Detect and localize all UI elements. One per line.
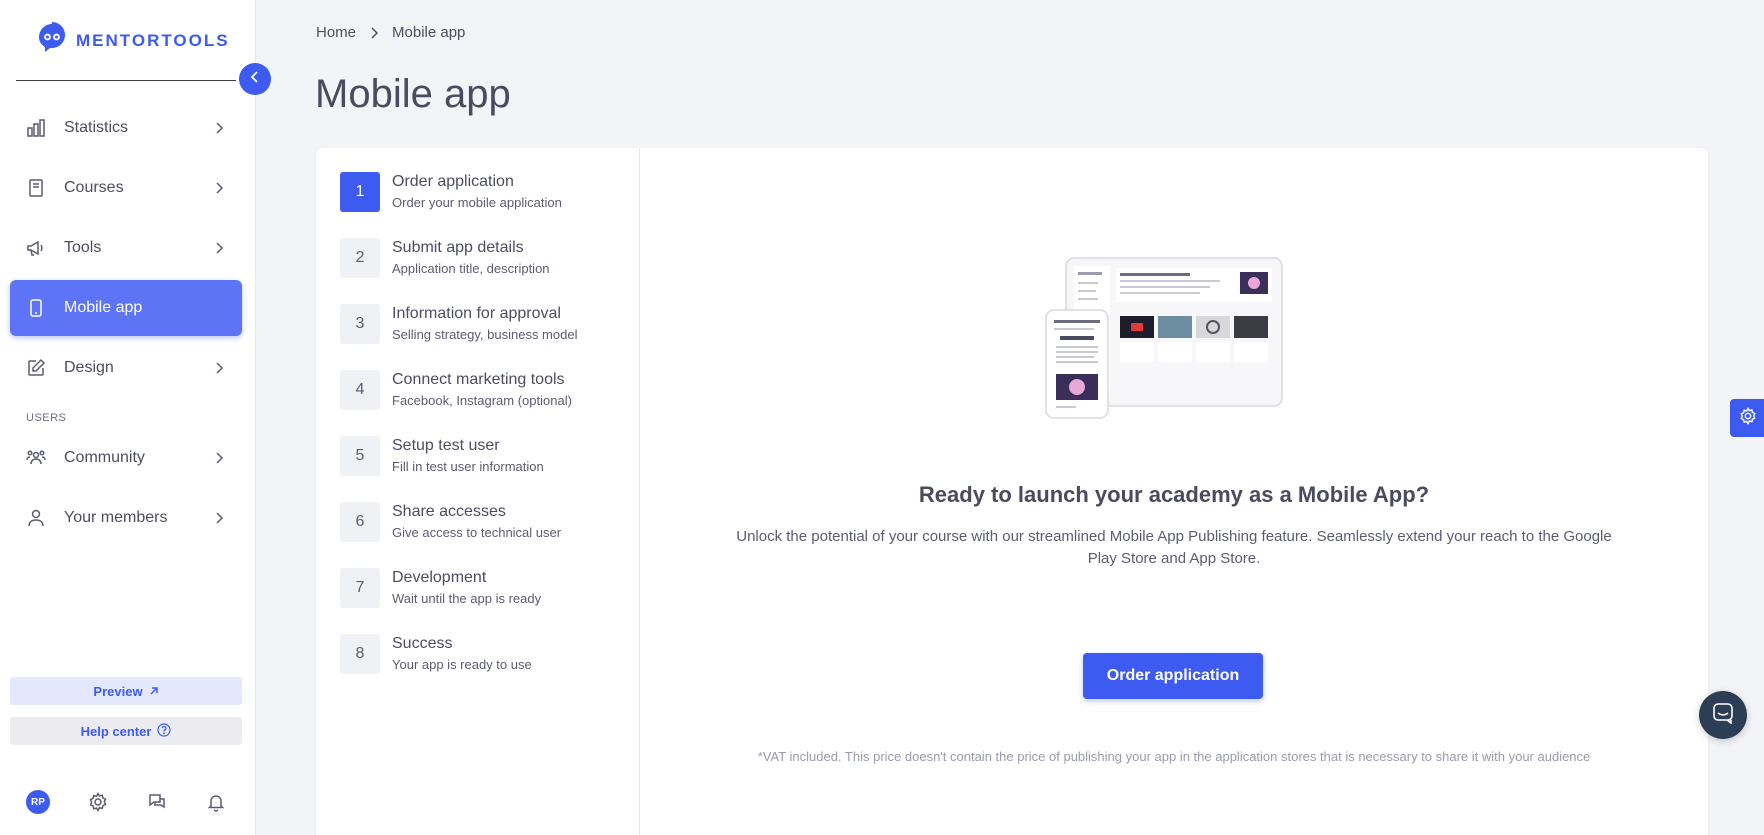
chevron-right-icon: [212, 181, 226, 195]
step-title: Share accesses: [392, 503, 506, 520]
sidebar-item-label: Community: [64, 449, 145, 466]
sidebar: MENTORTOOLS Statistics Courses Tools Mob…: [0, 0, 256, 835]
brand-name: MENTORTOOLS: [76, 30, 230, 50]
help-center-button[interactable]: Help center: [10, 717, 242, 745]
step-number: 2: [340, 238, 380, 278]
brand-logo[interactable]: MENTORTOOLS: [36, 22, 230, 59]
step-subtitle: Order your mobile application: [392, 195, 562, 210]
step-subtitle: Facebook, Instagram (optional): [392, 393, 572, 408]
step-number: 5: [340, 436, 380, 476]
headline: Ready to launch your academy as a Mobile…: [918, 482, 1430, 507]
step-subtitle: Fill in test user information: [392, 459, 544, 474]
sidebar-nav: Statistics Courses Tools Mobile app Desi…: [10, 100, 242, 550]
step-item[interactable]: 5 Setup test user Fill in test user infor…: [340, 436, 544, 476]
step-number: 3: [340, 304, 380, 344]
feedback-icon[interactable]: [146, 791, 168, 813]
megaphone-icon: [26, 238, 46, 258]
phone-icon: [26, 298, 46, 318]
external-link-icon: [149, 684, 159, 699]
chevron-right-icon: [212, 361, 226, 375]
person-icon: [26, 508, 46, 528]
sidebar-footer: RP: [26, 790, 227, 814]
breadcrumb: Home Mobile app: [316, 24, 465, 41]
sidebar-item-courses[interactable]: Courses: [10, 160, 242, 216]
preview-button[interactable]: Preview: [10, 677, 242, 705]
description: Unlock the potential of your course with…: [736, 528, 1612, 567]
sidebar-item-mobile-app[interactable]: Mobile app: [10, 280, 242, 336]
step-number: 6: [340, 502, 380, 542]
settings-tab-button[interactable]: [1730, 399, 1764, 437]
chevron-left-icon: [250, 70, 260, 88]
group-icon: [26, 448, 46, 468]
step-subtitle: Give access to technical user: [392, 525, 562, 540]
vat-note: *VAT included. This price doesn't contai…: [757, 749, 1591, 764]
bar-chart-icon: [26, 118, 46, 138]
step-subtitle: Wait until the app is ready: [392, 591, 542, 606]
gear-icon: [1739, 406, 1757, 430]
sidebar-item-statistics[interactable]: Statistics: [10, 100, 242, 156]
step-title: Connect marketing tools: [392, 371, 565, 388]
breadcrumb-home[interactable]: Home: [316, 24, 356, 41]
step-subtitle: Selling strategy, business model: [392, 327, 578, 342]
chevron-right-icon: [212, 511, 226, 525]
step-item[interactable]: 3 Information for approval Selling strate…: [340, 304, 577, 344]
bell-icon[interactable]: [205, 791, 227, 813]
breadcrumb-current: Mobile app: [392, 24, 466, 41]
sidebar-item-label: Courses: [64, 179, 124, 196]
step-item[interactable]: 8 Success Your app is ready to use: [340, 634, 532, 674]
chevron-right-icon: [212, 451, 226, 465]
sidebar-item-label: Your members: [64, 509, 168, 526]
sidebar-item-label: Mobile app: [64, 299, 143, 316]
step-title: Setup test user: [392, 437, 500, 454]
step-title: Development: [392, 569, 487, 586]
step-subtitle: Your app is ready to use: [392, 657, 532, 672]
book-icon: [26, 178, 46, 198]
step-title: Order application: [392, 173, 514, 190]
step-title: Success: [392, 635, 453, 652]
steps-list: 1 Order application Order your mobile app…: [316, 148, 640, 835]
step-content: Ready to launch your academy as a Mobile…: [640, 148, 1708, 835]
gear-icon[interactable]: [87, 791, 109, 813]
chevron-right-icon: [212, 241, 226, 255]
sidebar-item-label: Tools: [64, 239, 102, 256]
preview-label: Preview: [93, 683, 143, 699]
chat-launcher-button[interactable]: [1699, 691, 1747, 739]
sidebar-item-community[interactable]: Community: [10, 430, 242, 486]
step-item[interactable]: 7 Development Wait until the app is ready: [340, 568, 541, 608]
divider: [16, 80, 236, 81]
step-number: 1: [340, 172, 380, 212]
mobile-app-card: 1 Order application Order your mobile app…: [316, 148, 1708, 835]
step-item[interactable]: 6 Share accesses Give access to technical…: [340, 502, 561, 542]
question-circle-icon: [157, 722, 172, 740]
order-application-button[interactable]: Order application: [1083, 653, 1263, 699]
robot-logo-icon: [36, 22, 68, 59]
mobile-app-illustration: [1044, 256, 1284, 425]
sidebar-item-label: Design: [64, 359, 114, 376]
nav-section-users: USERS: [26, 412, 67, 424]
step-title: Information for approval: [392, 305, 561, 322]
step-number: 7: [340, 568, 380, 608]
pencil-icon: [26, 358, 46, 378]
avatar[interactable]: RP: [26, 790, 50, 814]
sidebar-item-design[interactable]: Design: [10, 340, 242, 396]
chevron-right-icon: [212, 121, 226, 135]
chevron-right-icon: [370, 26, 379, 39]
step-title: Submit app details: [392, 239, 524, 256]
sidebar-item-tools[interactable]: Tools: [10, 220, 242, 276]
help-center-label: Help center: [80, 723, 152, 739]
page-title: Mobile app: [315, 72, 511, 116]
step-number: 4: [340, 370, 380, 410]
step-item[interactable]: 2 Submit app details Application title, d…: [340, 238, 550, 278]
sidebar-item-your-members[interactable]: Your members: [10, 490, 242, 546]
chat-icon: [1712, 702, 1734, 729]
sidebar-item-label: Statistics: [64, 119, 129, 136]
step-item[interactable]: 1 Order application Order your mobile app…: [340, 172, 562, 212]
step-number: 8: [340, 634, 380, 674]
step-subtitle: Application title, description: [392, 261, 550, 276]
step-item[interactable]: 4 Connect marketing tools Facebook, Insta…: [340, 370, 572, 410]
collapse-sidebar-button[interactable]: [239, 63, 271, 95]
